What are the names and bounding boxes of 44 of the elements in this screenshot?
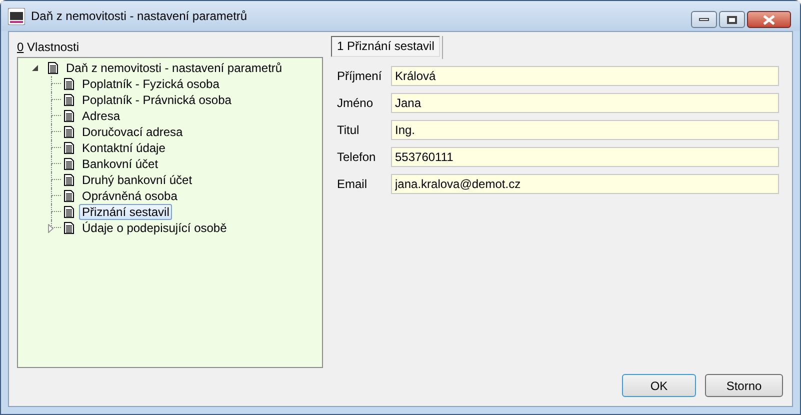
document-icon: [64, 110, 74, 122]
field-label: Email: [337, 176, 368, 193]
close-button[interactable]: [747, 11, 791, 28]
document-icon: [48, 62, 58, 74]
minimize-button[interactable]: [691, 11, 717, 28]
tree-item[interactable]: Poplatník - Fyzická osoba: [79, 77, 222, 91]
field-label: Telefon: [337, 149, 377, 166]
panel-label: 0 Vlastnosti: [17, 40, 80, 55]
tree-item[interactable]: Daň z nemovitosti - nastavení parametrů: [63, 61, 286, 75]
document-icon: [64, 206, 74, 218]
tree-item[interactable]: Přiznání sestavil: [79, 204, 172, 220]
dialog-button[interactable]: OK: [622, 374, 696, 397]
document-icon: [64, 126, 74, 138]
document-icon: [64, 142, 74, 154]
app-logo-icon: [8, 8, 25, 24]
tree-item[interactable]: Údaje o podepisující osobě: [79, 221, 230, 235]
text-field[interactable]: 553760111: [391, 147, 779, 167]
expand-arrow-icon[interactable]: [48, 224, 54, 232]
document-icon: [64, 222, 74, 234]
text-field[interactable]: Králová: [391, 66, 779, 86]
tree-item[interactable]: Adresa: [79, 109, 124, 123]
field-label: Jméno: [337, 95, 374, 112]
field-label: Příjmení: [337, 68, 383, 85]
document-icon: [64, 174, 74, 186]
document-icon: [64, 94, 74, 106]
maximize-button[interactable]: [719, 11, 745, 28]
dialog-button[interactable]: Storno: [705, 374, 783, 397]
tree-item[interactable]: Druhý bankovní účet: [79, 173, 196, 187]
document-icon: [64, 190, 74, 202]
document-icon: [64, 158, 74, 170]
document-icon: [64, 78, 74, 90]
tree-item[interactable]: Kontaktní údaje: [79, 141, 168, 155]
close-icon: [762, 14, 776, 24]
text-field[interactable]: Ing.: [391, 120, 779, 140]
tree-item[interactable]: Doručovací adresa: [79, 125, 186, 139]
text-field[interactable]: jana.kralova@demot.cz: [391, 174, 779, 194]
tree-item[interactable]: Bankovní účet: [79, 157, 162, 171]
tab[interactable]: 1 Přiznání sestavil: [331, 36, 440, 57]
tree-item[interactable]: Oprávněná osoba: [79, 189, 180, 203]
collapse-arrow-icon[interactable]: [32, 64, 39, 72]
field-label: Titul: [337, 122, 360, 139]
text-field[interactable]: Jana: [391, 93, 779, 113]
tree-item[interactable]: Poplatník - Právnická osoba: [79, 93, 234, 107]
window-title: Daň z nemovitosti - nastavení parametrů: [31, 8, 248, 25]
